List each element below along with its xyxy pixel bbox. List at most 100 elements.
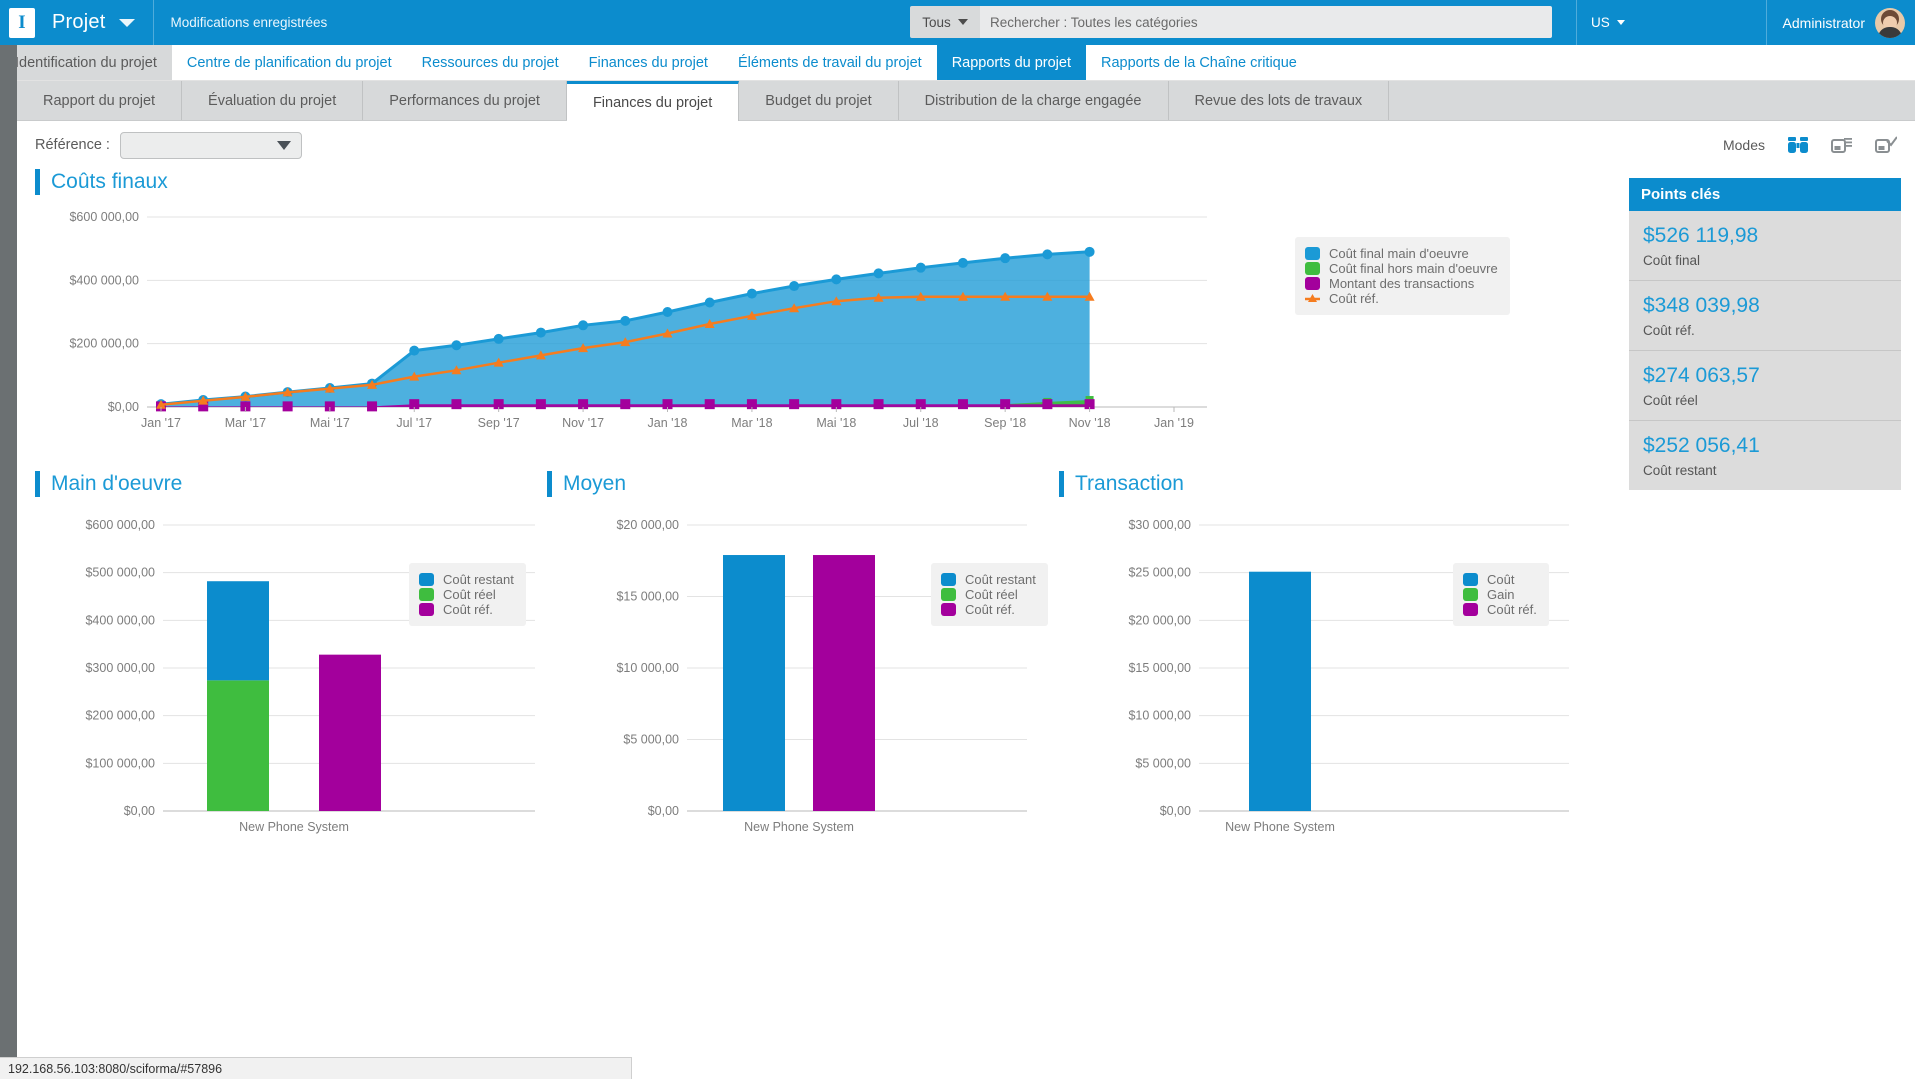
card-title: Main d'oeuvre: [35, 471, 575, 497]
sub-tab-label: Finances du projet: [593, 95, 712, 111]
legend-item: Montant des transactions: [1305, 276, 1498, 291]
sub-tab-bar: Rapport du projet Évaluation du projet Per…: [0, 81, 1915, 121]
main-tab-1[interactable]: Centre de planification du projet: [172, 45, 407, 80]
sub-tab-1[interactable]: Évaluation du projet: [182, 81, 363, 121]
transaction-chart: Transaction$0,00$5 000,00$10 000,00$15 0…: [1059, 471, 1619, 856]
card-title-text: Transaction: [1075, 472, 1184, 496]
svg-text:$400 000,00: $400 000,00: [85, 613, 155, 627]
svg-text:$0,00: $0,00: [1160, 804, 1191, 818]
title-accent-bar: [35, 169, 40, 195]
main-tab-label: Finances du projet: [589, 55, 708, 71]
legend-item: Coût réf.: [1305, 291, 1498, 306]
sub-tab-2[interactable]: Performances du projet: [363, 81, 567, 121]
svg-text:$0,00: $0,00: [124, 804, 155, 818]
app-logo[interactable]: I: [0, 0, 44, 45]
search-scope-label: Tous: [922, 15, 951, 30]
sub-tab-label: Budget du projet: [765, 93, 871, 109]
title-accent-bar: [35, 471, 40, 497]
svg-text:Nov '17: Nov '17: [562, 416, 604, 430]
card-title-text: Moyen: [563, 472, 626, 496]
search-scope-dropdown[interactable]: Tous: [910, 6, 980, 38]
svg-text:Mai '17: Mai '17: [310, 416, 350, 430]
svg-text:Jul '17: Jul '17: [396, 416, 432, 430]
search-input[interactable]: [980, 6, 1552, 38]
svg-text:$600 000,00: $600 000,00: [69, 210, 139, 224]
sub-tab-3[interactable]: Finances du projet: [567, 81, 739, 121]
legend-label: Coût réel: [443, 587, 496, 602]
svg-text:Jan '17: Jan '17: [141, 416, 181, 430]
key-point-item: $274 063,57 Coût réel: [1629, 351, 1901, 421]
main-tab-0[interactable]: Identification du projet: [0, 45, 172, 80]
svg-text:Jan '18: Jan '18: [648, 416, 688, 430]
legend-label: Coût réel: [965, 587, 1018, 602]
svg-text:$200 000,00: $200 000,00: [69, 337, 139, 351]
card-list-icon[interactable]: [1831, 136, 1853, 154]
main-tab-label: Centre de planification du projet: [187, 55, 392, 71]
legend-swatch-icon: [1305, 247, 1320, 260]
sub-tab-label: Rapport du projet: [43, 93, 155, 109]
svg-text:$400 000,00: $400 000,00: [69, 273, 139, 287]
card-title: Transaction: [1059, 471, 1619, 497]
legend-swatch-icon: [941, 573, 956, 586]
chevron-down-icon: [277, 141, 291, 150]
legend-swatch-icon: [1305, 292, 1320, 305]
legend-item: Coût final main d'oeuvre: [1305, 246, 1498, 261]
key-point-item: $526 119,98Coût final: [1629, 211, 1901, 281]
chart-legend: Coût restantCoût réelCoût réf.: [931, 563, 1048, 626]
svg-text:Sep '17: Sep '17: [478, 416, 520, 430]
main-tab-4[interactable]: Éléments de travail du projet: [723, 45, 937, 80]
svg-text:$5 000,00: $5 000,00: [623, 733, 679, 747]
legend-swatch-icon: [419, 588, 434, 601]
svg-text:$0,00: $0,00: [108, 400, 139, 414]
legend-swatch-icon: [941, 603, 956, 616]
reference-label: Référence :: [35, 137, 110, 153]
sub-tab-0[interactable]: Rapport du projet: [17, 81, 182, 121]
chevron-down-icon[interactable]: [119, 19, 135, 27]
avatar: [1875, 8, 1905, 38]
main-tab-6[interactable]: Rapports de la Chaîne critique: [1086, 45, 1312, 80]
legend-label: Coût réf.: [965, 602, 1015, 617]
legend-swatch-icon: [1305, 277, 1320, 290]
legend-item: Coût: [1463, 572, 1537, 587]
svg-text:$30 000,00: $30 000,00: [1128, 518, 1191, 532]
legend-item: Coût réf.: [419, 602, 514, 617]
card-check-icon[interactable]: [1875, 136, 1897, 154]
sub-tab-5[interactable]: Distribution de la charge engagée: [899, 81, 1169, 121]
bar-segment: [319, 655, 381, 811]
global-search: Tous: [910, 6, 1552, 38]
main-tab-3[interactable]: Finances du projet: [574, 45, 723, 80]
legend-label: Coût réf.: [443, 602, 493, 617]
legend-item: Coût réf.: [941, 602, 1036, 617]
sub-tab-label: Performances du projet: [389, 93, 540, 109]
sub-tab-filler: [1389, 81, 1915, 121]
final-costs-legend: Coût final main d'oeuvreCoût final hors …: [1295, 237, 1510, 315]
sub-tab-6[interactable]: Revue des lots de travaux: [1169, 81, 1390, 121]
key-point-value: $274 063,57: [1643, 364, 1887, 388]
reference-select[interactable]: [120, 132, 302, 159]
legend-label: Montant des transactions: [1329, 276, 1474, 291]
sub-tab-4[interactable]: Budget du projet: [739, 81, 898, 121]
main-tab-label: Ressources du projet: [422, 55, 559, 71]
legend-swatch-icon: [1463, 603, 1478, 616]
legend-item: Coût restant: [419, 572, 514, 587]
status-bar: 192.168.56.103:8080/sciforma/#57896: [0, 1057, 632, 1079]
category-label: New Phone System: [1225, 820, 1335, 834]
svg-text:$20 000,00: $20 000,00: [616, 518, 679, 532]
key-point-label: Coût réel: [1643, 393, 1887, 408]
svg-text:$15 000,00: $15 000,00: [1128, 661, 1191, 675]
main-tab-5[interactable]: Rapports du projet: [937, 45, 1086, 80]
svg-text:Mar '17: Mar '17: [225, 416, 266, 430]
chart-legend: CoûtGainCoût réf.: [1453, 563, 1549, 626]
binoculars-icon[interactable]: [1787, 136, 1809, 154]
save-status-message: Modifications enregistrées: [170, 15, 327, 30]
user-menu[interactable]: Administrator: [1766, 0, 1915, 45]
main-tab-label: Identification du projet: [15, 55, 157, 71]
locale-selector[interactable]: US: [1576, 0, 1639, 45]
sub-tab-label: Revue des lots de travaux: [1195, 93, 1363, 109]
legend-item: Coût réel: [941, 587, 1036, 602]
legend-label: Coût: [1487, 572, 1514, 587]
main-tab-2[interactable]: Ressources du projet: [407, 45, 574, 80]
svg-text:$0,00: $0,00: [648, 804, 679, 818]
svg-text:$25 000,00: $25 000,00: [1128, 566, 1191, 580]
key-point-label: Coût restant: [1643, 463, 1887, 478]
